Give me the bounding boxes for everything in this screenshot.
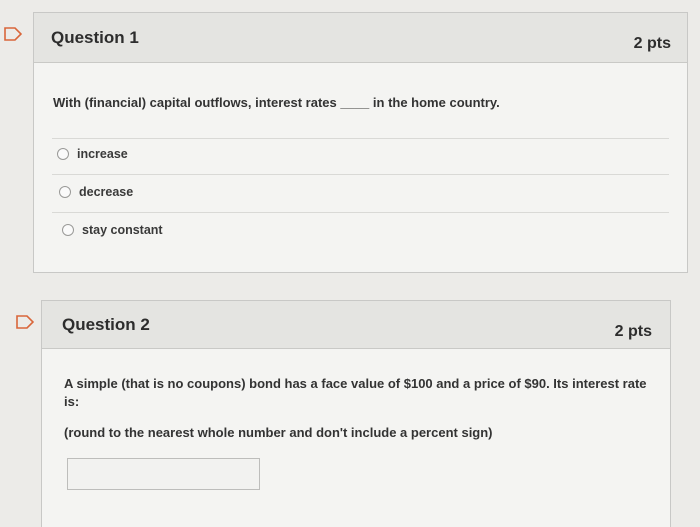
radio-button[interactable] xyxy=(62,224,74,236)
radio-button[interactable] xyxy=(57,148,69,160)
question-2-title: Question 2 xyxy=(62,315,150,334)
flag-icon[interactable] xyxy=(16,315,34,329)
answer-label: decrease xyxy=(79,185,134,199)
radio-button[interactable] xyxy=(59,186,71,198)
question-1-points: 2 pts xyxy=(633,35,671,52)
answer-input[interactable] xyxy=(67,458,260,490)
answer-option-increase[interactable]: increase xyxy=(57,144,128,164)
question-1-title: Question 1 xyxy=(51,28,139,47)
question-1-card: Question 1 2 pts With (financial) capita… xyxy=(33,12,688,273)
question-1-header: Question 1 2 pts xyxy=(34,13,687,63)
divider xyxy=(52,212,669,213)
answer-option-decrease[interactable]: decrease xyxy=(59,182,133,202)
answer-label: increase xyxy=(77,147,128,161)
question-2-card: Question 2 2 pts A simple (that is no co… xyxy=(41,300,671,527)
divider xyxy=(52,138,669,139)
question-2-text: A simple (that is no coupons) bond has a… xyxy=(64,376,647,409)
answer-option-stay-constant[interactable]: stay constant xyxy=(62,220,163,240)
answer-label: stay constant xyxy=(82,223,163,237)
question-2-instruction: (round to the nearest whole number and d… xyxy=(64,425,493,440)
question-2-points: 2 pts xyxy=(614,323,652,340)
question-2-header: Question 2 2 pts xyxy=(42,301,670,349)
question-1-text: With (financial) capital outflows, inter… xyxy=(53,95,500,110)
flag-icon[interactable] xyxy=(4,27,22,41)
divider xyxy=(52,174,669,175)
